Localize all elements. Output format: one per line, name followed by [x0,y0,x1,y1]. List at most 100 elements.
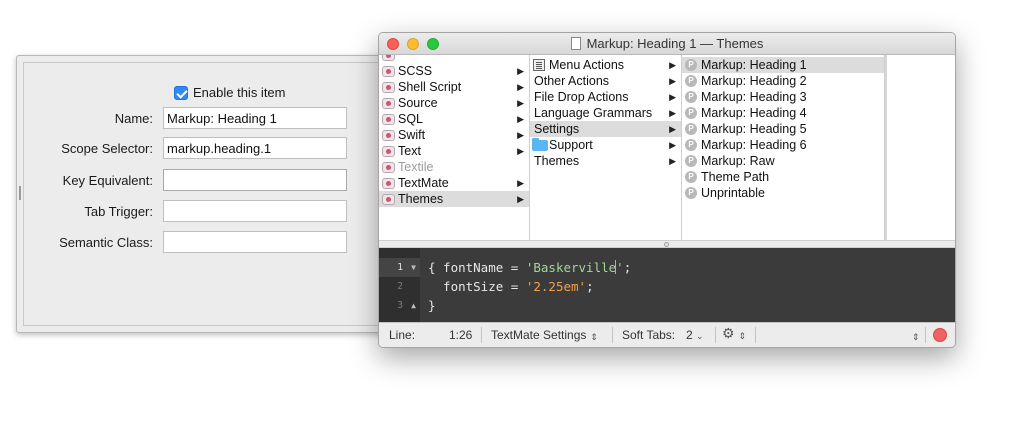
updown-chevron-icon: ⇕ [738,331,747,341]
preference-icon: P [685,75,697,87]
cursor-position[interactable]: 1:26 [449,328,472,342]
settings-item-label: Markup: Heading 6 [701,138,807,152]
disclosure-arrow-icon: ▶ [669,140,676,150]
tab-size-popup[interactable]: 2 ⌄ [686,328,704,342]
enable-item-checkbox[interactable] [174,85,188,100]
macro-record-button[interactable] [933,328,947,342]
bundle-item-label: SQL [398,112,424,126]
bundle-item-textile[interactable]: Textile [379,159,529,175]
semantic-class-field[interactable] [163,231,347,253]
status-divider [612,327,613,343]
name-field[interactable] [163,107,347,129]
empty-column [885,55,955,240]
gear-icon[interactable]: ⚙ ⇕ [722,325,746,342]
type-item-label: Support [549,138,593,152]
bundle-icon [382,55,395,61]
type-item-themes[interactable]: Themes ▶ [530,153,681,169]
bundle-item-sql[interactable]: SQL ▶ [379,111,529,127]
settings-item-label: Markup: Heading 1 [701,58,807,72]
bundle-icon [382,194,395,205]
key-equivalent-label: Key Equivalent: [62,172,153,188]
inspector-inner [23,62,397,326]
settings-item-heading-1[interactable]: P Markup: Heading 1 [682,57,884,73]
type-item-support[interactable]: Support ▶ [530,137,681,153]
tab-trigger-label: Tab Trigger: [84,203,153,219]
key-equivalent-field[interactable] [163,169,347,191]
title-bar[interactable]: Markup: Heading 1 — Themes [379,33,955,55]
splitter-handle-icon[interactable] [664,242,669,247]
settings-item-label: Markup: Heading 2 [701,74,807,88]
tab-size-value: 2 [686,328,693,342]
list-item[interactable] [379,55,529,63]
settings-item-raw[interactable]: P Markup: Raw [682,153,884,169]
bundle-icon [382,66,395,77]
disclosure-arrow-icon: ▶ [517,114,524,124]
settings-item-heading-3[interactable]: P Markup: Heading 3 [682,89,884,105]
bundle-item-shell-script[interactable]: Shell Script ▶ [379,79,529,95]
type-item-label: Settings [534,122,580,136]
settings-items-column[interactable]: P Markup: Heading 1 P Markup: Heading 2 PM… [682,55,885,240]
enable-item-row[interactable]: Enable this item [174,85,286,100]
settings-item-label: Markup: Heading 5 [701,122,807,136]
name-label: Name: [114,110,153,126]
fold-open-icon[interactable]: ▼ [411,258,416,277]
window-title-text: Markup: Heading 1 — Themes [586,36,764,51]
enable-item-label: Enable this item [193,85,286,100]
status-divider [715,327,716,343]
item-inspector-panel: Enable this item Name: Scope Selector: K… [16,55,397,333]
settings-item-heading-6[interactable]: P Markup: Heading 6 [682,137,884,153]
settings-item-theme-path[interactable]: P Theme Path [682,169,884,185]
bundle-item-label: Text [398,144,421,158]
preference-icon: P [685,155,697,167]
settings-item-heading-2[interactable]: P Markup: Heading 2 [682,73,884,89]
bundle-item-themes[interactable]: Themes ▶ [379,191,529,207]
bundle-icon [382,82,395,93]
item-types-column[interactable]: Menu Actions ▶ Other Actions ▶ File Drop A… [530,55,682,240]
bundle-browser: SCSS ▶ Shell Script ▶ Source ▶ SQL ▶ Swift ▶ … [379,55,955,240]
preference-icon: P [685,107,697,119]
bundle-item-label: Source [398,96,438,110]
line-number: 1 ▼ [379,258,420,277]
disclosure-arrow-icon: ▶ [517,82,524,92]
bundle-icon [382,178,395,189]
type-item-menu-actions[interactable]: Menu Actions ▶ [530,57,681,73]
bundle-item-swift[interactable]: Swift ▶ [379,127,529,143]
settings-item-label: Markup: Heading 4 [701,106,807,120]
line-label: Line: [389,328,416,342]
bundle-item-source[interactable]: Source ▶ [379,95,529,111]
code-line[interactable]: fontSize = '2.25em'; [428,277,594,296]
code-line[interactable]: } [428,296,436,315]
scope-selector-field[interactable] [163,137,347,159]
code-editor[interactable]: 1 ▼ 2 3 ▲ { fontName = 'Baskerville'; font… [379,248,955,324]
settings-item-unprintable[interactable]: P Unprintable [682,185,884,201]
disclosure-arrow-icon: ▶ [517,130,524,140]
tab-trigger-field[interactable] [163,200,347,222]
settings-item-heading-4[interactable]: P Markup: Heading 4 [682,105,884,121]
preference-icon: P [685,59,697,71]
disclosure-arrow-icon: ▶ [517,178,524,188]
scope-selector-row: Scope Selector: [17,137,357,159]
fold-close-icon[interactable]: ▲ [411,296,416,315]
grammar-popup[interactable]: TextMate Settings ⇕ [491,328,598,342]
bundle-item-label: TextMate [398,176,449,190]
bundle-item-text[interactable]: Text ▶ [379,143,529,159]
bundle-item-scss[interactable]: SCSS ▶ [379,63,529,79]
type-item-label: Themes [534,154,580,168]
disclosure-arrow-icon: ▶ [669,124,676,134]
bundle-item-textmate[interactable]: TextMate ▶ [379,175,529,191]
document-icon [570,37,581,50]
code-line[interactable]: { fontName = 'Baskerville'; [428,258,631,277]
type-item-other-actions[interactable]: Other Actions ▶ [530,73,681,89]
split-view-divider[interactable] [379,240,955,248]
settings-item-heading-5[interactable]: P Markup: Heading 5 [682,121,884,137]
type-item-language-grammars[interactable]: Language Grammars ▶ [530,105,681,121]
symbol-popup[interactable]: ⇕ [908,328,920,342]
type-item-label: Language Grammars [534,106,653,120]
disclosure-arrow-icon: ▶ [669,92,676,102]
type-item-settings[interactable]: Settings ▶ [530,121,681,137]
disclosure-arrow-icon: ▶ [669,76,676,86]
type-item-file-drop-actions[interactable]: File Drop Actions ▶ [530,89,681,105]
bundles-column[interactable]: SCSS ▶ Shell Script ▶ Source ▶ SQL ▶ Swift ▶ … [379,55,530,240]
line-number: 3 ▲ [379,296,420,315]
bundle-editor-window: Markup: Heading 1 — Themes SCSS ▶ Shell S… [378,32,956,348]
